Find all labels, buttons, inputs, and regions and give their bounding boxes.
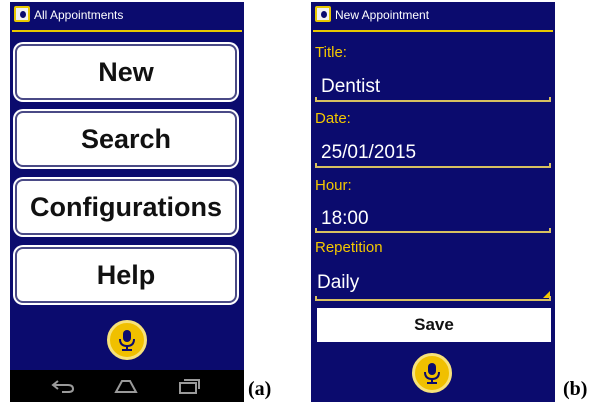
hour-field[interactable]: 18:00 bbox=[321, 208, 551, 230]
title-field[interactable]: Dentist bbox=[321, 76, 551, 98]
back-icon[interactable] bbox=[50, 378, 76, 394]
title-field-underline bbox=[315, 97, 551, 102]
screen-title: New Appointment bbox=[335, 8, 430, 22]
title-divider bbox=[313, 30, 553, 32]
system-navigation-bar bbox=[10, 370, 244, 402]
help-button[interactable]: Help bbox=[15, 247, 237, 303]
title-label: Title: bbox=[315, 44, 347, 61]
recent-apps-icon[interactable] bbox=[176, 378, 202, 394]
save-button[interactable]: Save bbox=[317, 308, 551, 342]
microphone-icon bbox=[424, 363, 440, 384]
title-bar: New Appointment bbox=[311, 2, 555, 32]
title-bar: All Appointments bbox=[10, 2, 244, 32]
all-appointments-screen: All Appointments New Search Configuratio… bbox=[10, 2, 244, 402]
configurations-button[interactable]: Configurations bbox=[15, 179, 237, 235]
app-icon bbox=[315, 6, 331, 22]
figure-caption-b: (b) bbox=[563, 378, 588, 400]
date-field[interactable]: 25/01/2015 bbox=[321, 142, 551, 164]
voice-input-button[interactable] bbox=[412, 353, 452, 393]
voice-input-button[interactable] bbox=[107, 320, 147, 360]
repetition-select[interactable]: Daily bbox=[317, 272, 547, 294]
hour-label: Hour: bbox=[315, 177, 352, 194]
date-label: Date: bbox=[315, 110, 351, 127]
app-icon bbox=[14, 6, 30, 22]
home-icon[interactable] bbox=[113, 378, 139, 394]
title-divider bbox=[12, 30, 242, 32]
repetition-select-underline bbox=[315, 296, 551, 301]
screen-title: All Appointments bbox=[34, 8, 124, 22]
repetition-label: Repetition bbox=[315, 239, 383, 256]
figure-caption-a: (a) bbox=[248, 378, 272, 400]
search-button[interactable]: Search bbox=[15, 111, 237, 167]
date-field-underline bbox=[315, 163, 551, 168]
microphone-icon bbox=[119, 330, 135, 351]
new-button[interactable]: New bbox=[15, 44, 237, 100]
hour-field-underline bbox=[315, 228, 551, 233]
new-appointment-screen: New Appointment Title: Dentist Date: 25/… bbox=[311, 2, 555, 402]
